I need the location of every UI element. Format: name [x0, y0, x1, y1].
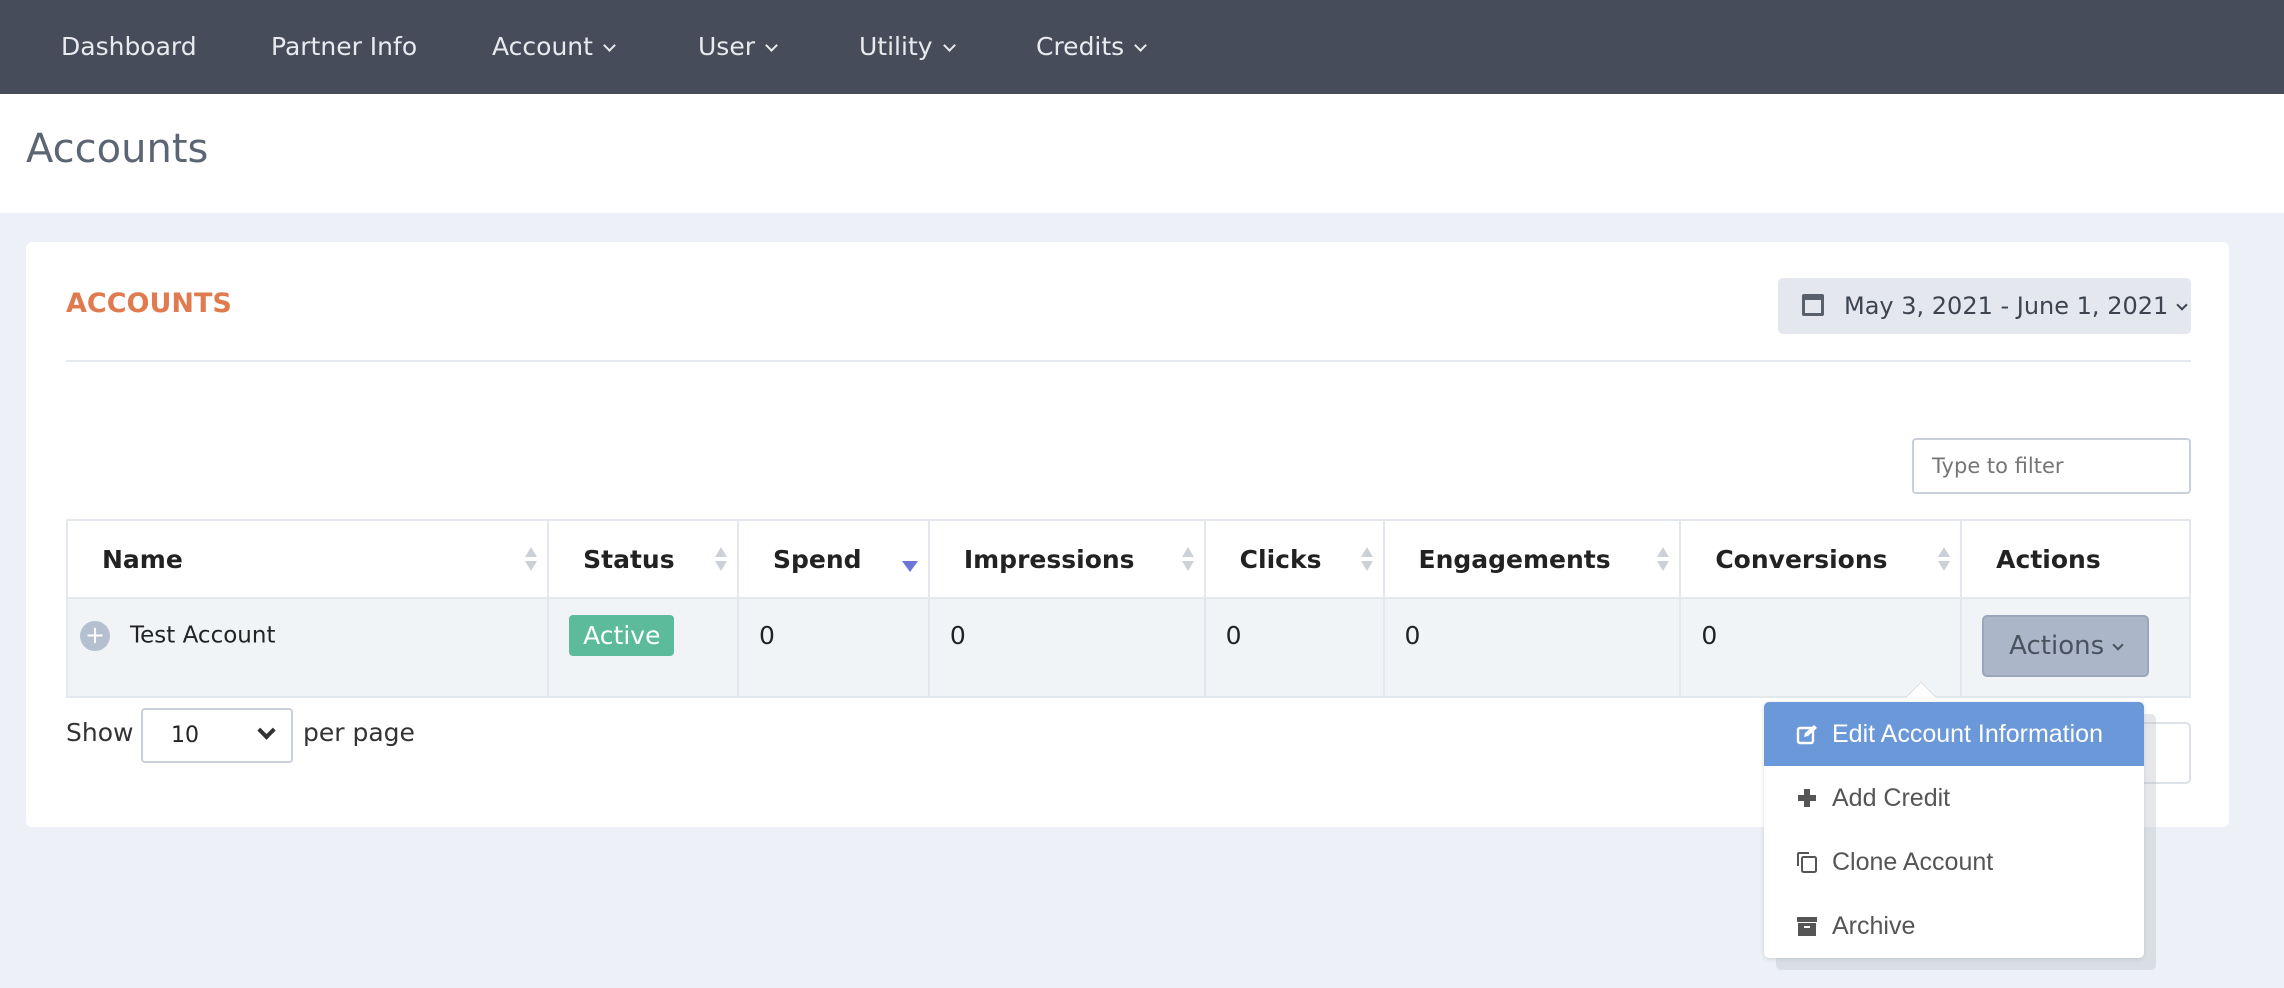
table-row: + Test Account Active 0 0 0 0 0 Actions [65, 597, 2191, 698]
nav-label: Partner Info [271, 32, 418, 61]
menu-item-label: Clone Account [1832, 848, 1994, 876]
chevron-down-icon [2112, 639, 2124, 651]
account-name: Test Account [130, 622, 276, 649]
header-label: Status [583, 544, 675, 574]
page-header: Accounts [0, 94, 2284, 213]
column-header-status[interactable]: Status [547, 519, 739, 599]
engagements-cell: 0 [1382, 597, 1682, 698]
column-header-conversions[interactable]: Conversions [1679, 519, 1963, 599]
status-badge: Active [569, 615, 675, 656]
chevron-down-icon [765, 39, 778, 52]
header-label: Actions [1996, 544, 2101, 574]
chevron-down-icon [2176, 299, 2188, 311]
actions-button[interactable]: Actions [1982, 615, 2150, 677]
spend-cell: 0 [736, 597, 930, 698]
clicks-cell: 0 [1203, 597, 1385, 698]
sort-icon [1657, 547, 1670, 573]
column-header-impressions[interactable]: Impressions [927, 519, 1206, 599]
header-label: Engagements [1418, 544, 1611, 574]
nav-account[interactable]: Account [492, 0, 616, 94]
header-label: Conversions [1715, 544, 1888, 574]
calendar-icon [1802, 294, 1824, 316]
sort-icon [1360, 547, 1373, 573]
nav-user[interactable]: User [698, 0, 778, 94]
top-nav: Dashboard Partner Info Account User Util… [0, 0, 2284, 94]
date-range-button[interactable]: May 3, 2021 - June 1, 2021 [1778, 278, 2191, 334]
column-header-spend[interactable]: Spend [736, 519, 930, 599]
nav-label: Dashboard [61, 32, 197, 61]
menu-item-label: Edit Account Information [1832, 720, 2103, 748]
menu-item-add-credit[interactable]: Add Credit [1764, 766, 2144, 830]
chevron-down-icon [257, 721, 276, 740]
nav-utility[interactable]: Utility [859, 0, 956, 94]
header-label: Clicks [1239, 544, 1322, 574]
page-size-value: 10 [171, 723, 199, 748]
menu-item-clone-account[interactable]: Clone Account [1764, 830, 2144, 894]
nav-dashboard[interactable]: Dashboard [61, 0, 197, 94]
sort-icon [1938, 547, 1951, 573]
sort-desc-icon [901, 561, 918, 572]
clone-icon [1797, 852, 1817, 873]
menu-item-edit-account[interactable]: Edit Account Information [1764, 702, 2144, 766]
menu-item-label: Archive [1832, 912, 1916, 940]
section-title: ACCOUNTS [66, 288, 232, 319]
date-range-label: May 3, 2021 - June 1, 2021 [1844, 292, 2169, 320]
actions-cell: Actions [1960, 597, 2191, 698]
column-header-actions: Actions [1960, 519, 2191, 599]
edit-icon [1796, 725, 1817, 745]
chevron-down-icon [942, 39, 956, 52]
nav-partner-info[interactable]: Partner Info [271, 0, 417, 94]
nav-label: Account [492, 32, 593, 61]
accounts-table: Name Status Spend Impressions Clicks Eng… [65, 519, 2191, 698]
nav-label: Credits [1036, 32, 1125, 61]
divider [66, 360, 2191, 362]
sort-icon [714, 547, 727, 573]
menu-item-label: Add Credit [1832, 784, 1951, 812]
plus-icon [1798, 789, 1816, 807]
page-size-select[interactable]: 10 [141, 708, 293, 763]
column-header-clicks[interactable]: Clicks [1203, 519, 1385, 599]
nav-label: User [698, 32, 755, 61]
chevron-down-icon [603, 39, 616, 52]
impressions-cell: 0 [927, 597, 1206, 698]
header-label: Name [102, 544, 183, 574]
column-header-name[interactable]: Name [65, 519, 550, 599]
column-header-engagements[interactable]: Engagements [1382, 519, 1682, 599]
actions-label: Actions [2009, 631, 2105, 661]
expand-row-icon[interactable]: + [80, 621, 110, 651]
show-label: Show [66, 718, 134, 747]
sort-icon [1181, 547, 1194, 573]
filter-input[interactable] [1912, 438, 2191, 494]
menu-item-archive[interactable]: Archive [1764, 894, 2144, 958]
actions-dropdown-menu: Edit Account Information Add Credit Clon… [1764, 702, 2144, 958]
nav-label: Utility [859, 32, 933, 61]
header-label: Impressions [963, 544, 1135, 574]
sort-icon [525, 547, 538, 573]
per-page-label: per page [303, 718, 415, 747]
nav-credits[interactable]: Credits [1036, 0, 1148, 94]
archive-icon [1797, 917, 1817, 936]
header-label: Spend [772, 544, 862, 574]
page-title: Accounts [26, 126, 209, 172]
chevron-down-icon [1134, 39, 1148, 52]
